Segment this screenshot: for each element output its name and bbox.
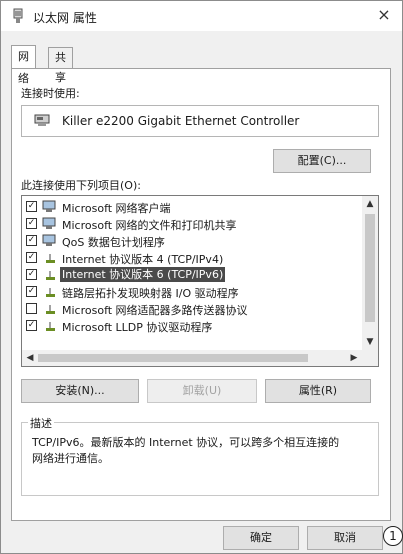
- network-adapter-icon: [13, 8, 23, 23]
- scrollbar-corner: [362, 350, 378, 366]
- description-text: TCP/IPv6。最新版本的 Internet 协议，可以跨多个相互连接的 网络…: [32, 435, 368, 467]
- adapter-field: Killer e2200 Gigabit Ethernet Controller: [21, 105, 379, 137]
- list-item[interactable]: ✓ QoS 数据包计划程序: [22, 232, 362, 249]
- uninstall-button[interactable]: 卸载(U): [147, 379, 257, 403]
- list-item[interactable]: ✓ 链路层拓扑发现映射器 I/O 驱动程序: [22, 283, 362, 300]
- cancel-button[interactable]: 取消: [307, 526, 383, 550]
- tab-sharing[interactable]: 共享: [48, 47, 73, 84]
- description-line-1: TCP/IPv6。最新版本的 Internet 协议，可以跨多个相互连接的: [32, 436, 340, 449]
- window-title: 以太网 属性: [33, 11, 97, 25]
- description-title: 描述: [28, 415, 54, 431]
- protocol-icon: [46, 288, 55, 297]
- file-printer-sharing-icon: [42, 217, 56, 229]
- tab-network[interactable]: 网络: [11, 45, 36, 85]
- vertical-scrollbar[interactable]: ▲ ▼: [362, 196, 378, 350]
- properties-button[interactable]: 属性(R): [265, 379, 371, 403]
- scroll-left-icon[interactable]: ◀: [22, 350, 38, 366]
- item-checkbox[interactable]: ✓: [26, 201, 37, 212]
- item-label: Microsoft LLDP 协议驱动程序: [62, 321, 213, 334]
- ok-button[interactable]: 确定: [223, 526, 299, 550]
- install-button[interactable]: 安装(N)...: [21, 379, 139, 403]
- protocol-icon: [46, 322, 55, 331]
- scroll-right-icon[interactable]: ▶: [346, 350, 362, 366]
- item-checkbox[interactable]: ✓: [26, 269, 37, 280]
- qos-scheduler-icon: [42, 234, 56, 246]
- item-label: QoS 数据包计划程序: [62, 236, 165, 249]
- description-group: 描述 TCP/IPv6。最新版本的 Internet 协议，可以跨多个相互连接的…: [21, 415, 379, 496]
- protocol-icon: [46, 305, 55, 314]
- scroll-up-icon[interactable]: ▲: [362, 196, 378, 212]
- list-item-selected[interactable]: ✓ Internet 协议版本 6 (TCP/IPv6): [22, 266, 362, 283]
- item-label: Microsoft 网络客户端: [62, 202, 171, 215]
- components-list[interactable]: ✓ Microsoft 网络客户端 ✓ Microsoft 网络的文件和打印机共…: [21, 195, 379, 367]
- protocol-icon: [46, 271, 55, 280]
- adapter-name: Killer e2200 Gigabit Ethernet Controller: [62, 114, 300, 128]
- network-client-icon: [42, 200, 56, 212]
- annotation-badge: 1: [383, 526, 403, 546]
- item-checkbox[interactable]: ✓: [26, 218, 37, 229]
- item-checkbox[interactable]: ✓: [26, 252, 37, 263]
- list-item[interactable]: ✓ Microsoft 网络客户端: [22, 198, 362, 215]
- properties-window: 以太网 属性 × 网络 共享 连接时使用: Killer e2200 Gigab…: [0, 0, 403, 554]
- item-label: Internet 协议版本 6 (TCP/IPv6): [60, 267, 226, 282]
- configure-button[interactable]: 配置(C)...: [273, 149, 371, 173]
- description-line-2: 网络进行通信。: [32, 452, 109, 465]
- close-button[interactable]: ×: [374, 5, 394, 25]
- item-label: Microsoft 网络适配器多路传送器协议: [62, 304, 248, 317]
- item-label: Internet 协议版本 4 (TCP/IPv4): [62, 253, 224, 266]
- item-checkbox[interactable]: [26, 303, 37, 314]
- protocol-icon: [46, 254, 55, 263]
- title-bar[interactable]: 以太网 属性 ×: [1, 1, 402, 31]
- item-checkbox[interactable]: ✓: [26, 235, 37, 246]
- item-label: 链路层拓扑发现映射器 I/O 驱动程序: [62, 287, 239, 300]
- list-item[interactable]: ✓ Internet 协议版本 4 (TCP/IPv4): [22, 249, 362, 266]
- vertical-scroll-thumb[interactable]: [365, 214, 375, 322]
- scroll-down-icon[interactable]: ▼: [362, 334, 378, 350]
- horizontal-scroll-thumb[interactable]: [38, 354, 308, 362]
- item-checkbox[interactable]: ✓: [26, 286, 37, 297]
- items-label: 此连接使用下列项目(O):: [21, 179, 141, 192]
- list-item[interactable]: ✓ Microsoft LLDP 协议驱动程序: [22, 317, 362, 334]
- list-item[interactable]: Microsoft 网络适配器多路传送器协议: [22, 300, 362, 317]
- item-checkbox[interactable]: ✓: [26, 320, 37, 331]
- item-label: Microsoft 网络的文件和打印机共享: [62, 219, 237, 232]
- connect-using-label: 连接时使用:: [21, 87, 80, 100]
- horizontal-scrollbar[interactable]: ◀ ▶: [22, 350, 362, 366]
- network-card-icon: [34, 114, 50, 126]
- list-item[interactable]: ✓ Microsoft 网络的文件和打印机共享: [22, 215, 362, 232]
